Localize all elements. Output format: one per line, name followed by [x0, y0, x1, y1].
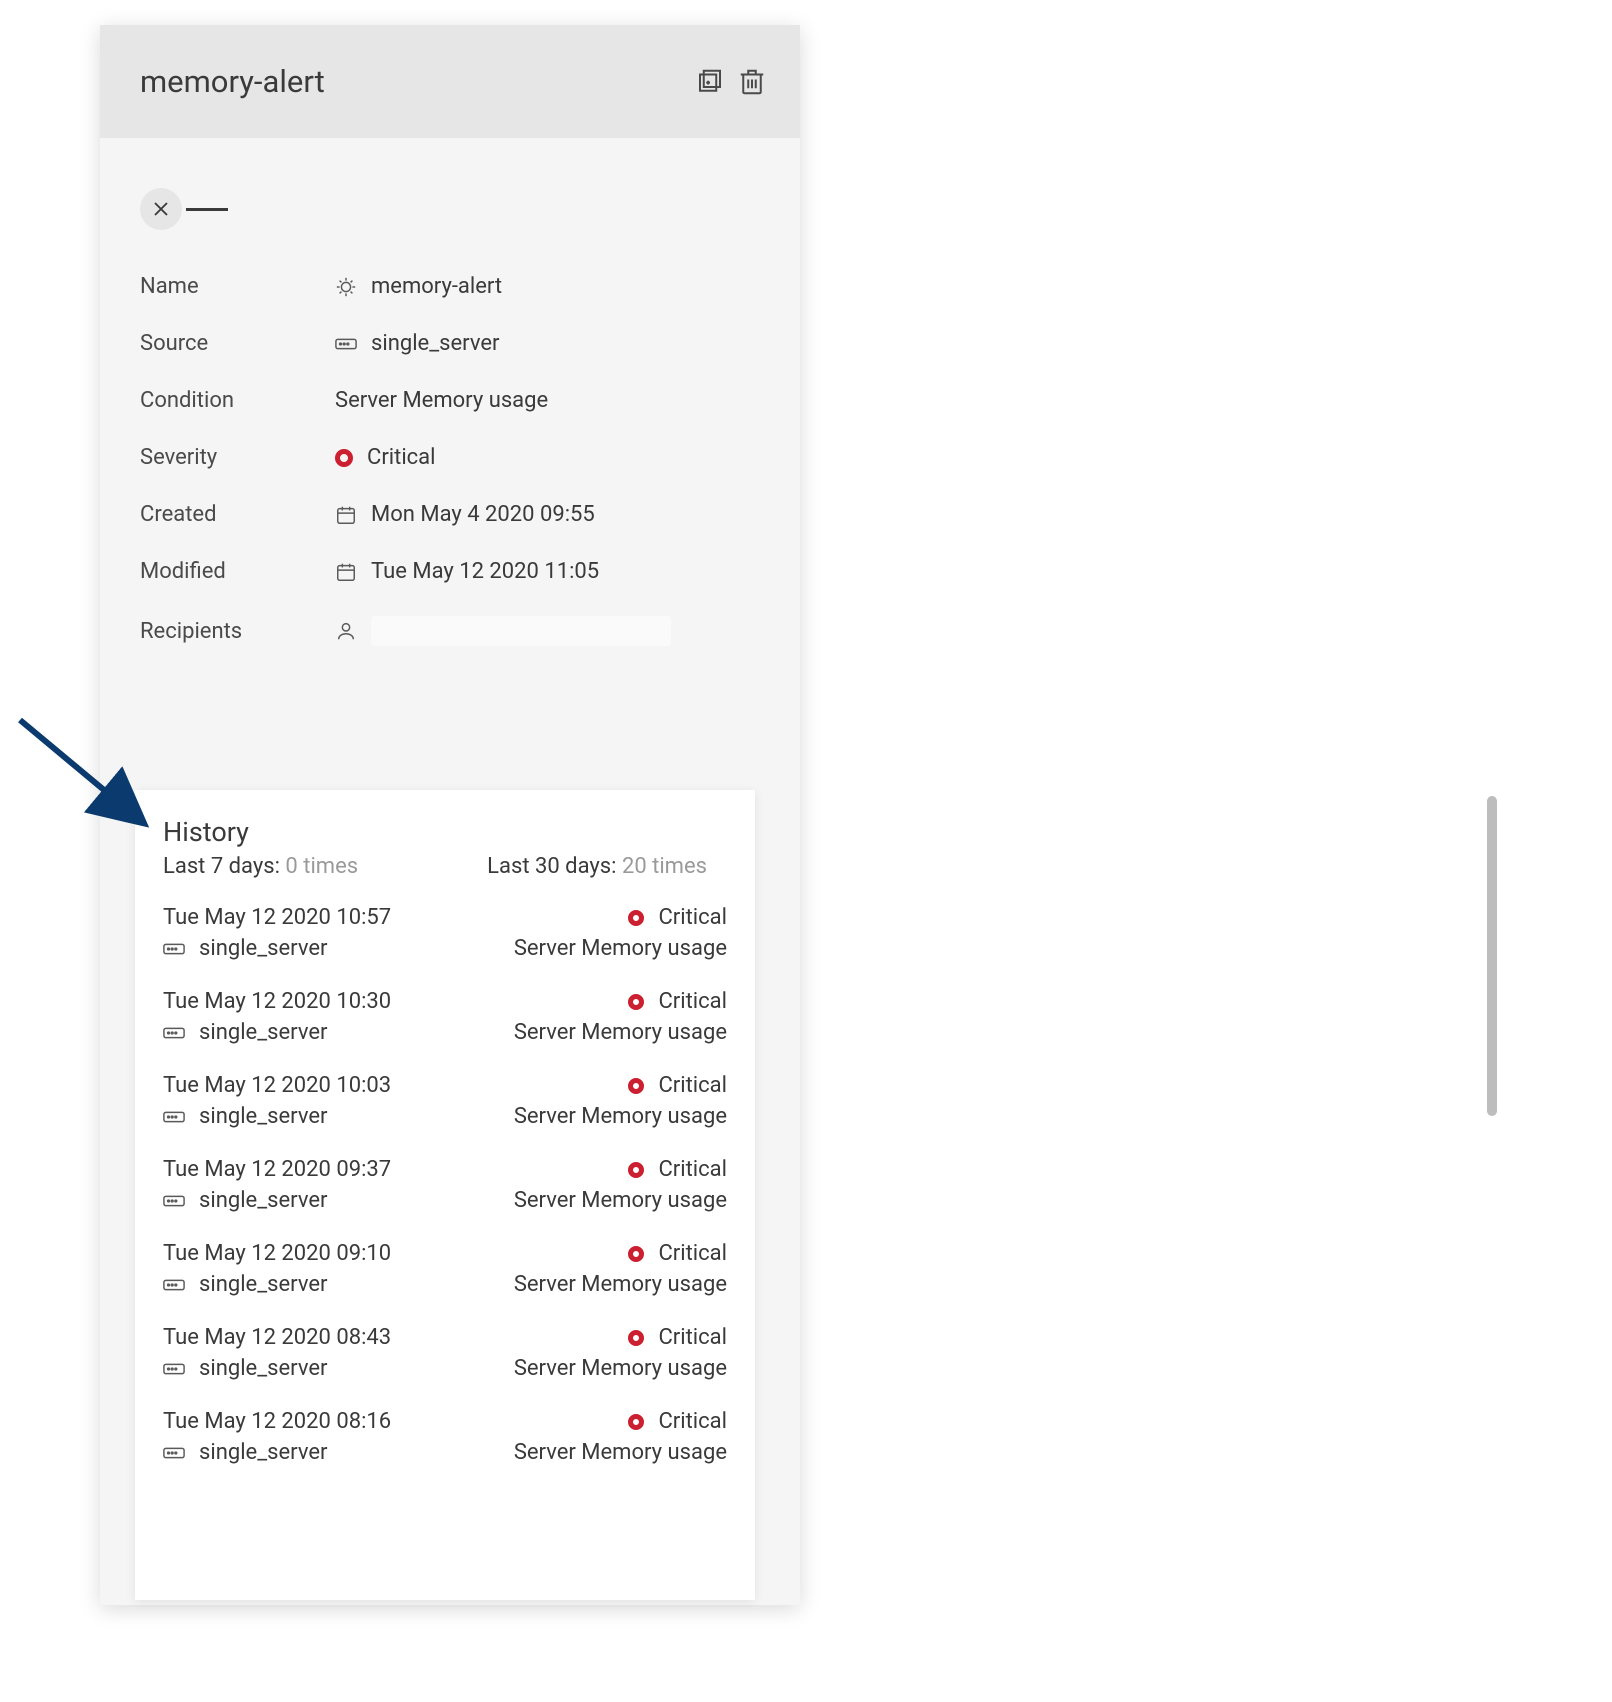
header-actions — [692, 64, 770, 100]
last30-stat: Last 30 days: 20 times — [487, 854, 707, 879]
detail-name: Name memory-alert — [140, 258, 760, 315]
condition-label: Condition — [140, 388, 335, 413]
severity-icon — [335, 449, 353, 467]
history-time: Tue May 12 2020 08:16 — [163, 1409, 391, 1434]
detail-recipients: Recipients — [140, 600, 760, 662]
history-scrollbar[interactable] — [1487, 796, 1497, 1116]
history-title: History — [163, 816, 727, 848]
history-source: single_server — [199, 1272, 327, 1297]
history-severity: Critical — [658, 989, 727, 1014]
severity-icon — [628, 994, 644, 1010]
modified-value: Tue May 12 2020 11:05 — [371, 559, 599, 584]
history-source: single_server — [199, 1356, 327, 1381]
history-time: Tue May 12 2020 09:10 — [163, 1241, 391, 1266]
source-value: single_server — [371, 331, 499, 356]
close-icon — [152, 200, 170, 218]
history-entry[interactable]: Tue May 12 2020 10:30 Critical single_serv… — [163, 989, 727, 1045]
severity-icon — [628, 1330, 644, 1346]
close-button[interactable] — [140, 188, 182, 230]
history-list[interactable]: Tue May 12 2020 10:57 Critical single_serv… — [163, 905, 727, 1465]
detail-severity: Severity Critical — [140, 429, 760, 486]
copy-button[interactable] — [692, 64, 728, 100]
history-time: Tue May 12 2020 09:37 — [163, 1157, 391, 1182]
history-condition: Server Memory usage — [514, 1356, 727, 1381]
history-time: Tue May 12 2020 10:03 — [163, 1073, 391, 1098]
history-condition: Server Memory usage — [514, 1104, 727, 1129]
server-icon — [163, 1022, 185, 1044]
server-icon — [163, 1106, 185, 1128]
history-source: single_server — [199, 936, 327, 961]
history-time: Tue May 12 2020 10:30 — [163, 989, 391, 1014]
history-entry[interactable]: Tue May 12 2020 10:03 Critical single_serv… — [163, 1073, 727, 1129]
history-entry[interactable]: Tue May 12 2020 08:16 Critical single_serv… — [163, 1409, 727, 1465]
history-condition: Server Memory usage — [514, 1440, 727, 1465]
server-icon — [163, 1190, 185, 1212]
detail-created: Created Mon May 4 2020 09:55 — [140, 486, 760, 543]
source-label: Source — [140, 331, 335, 356]
severity-value: Critical — [367, 445, 436, 470]
delete-button[interactable] — [734, 64, 770, 100]
history-severity: Critical — [658, 1241, 727, 1266]
history-severity: Critical — [658, 905, 727, 930]
history-condition: Server Memory usage — [514, 1272, 727, 1297]
last30-value: 20 times — [622, 854, 707, 879]
close-line — [186, 208, 228, 211]
modified-label: Modified — [140, 559, 335, 584]
history-severity: Critical — [658, 1325, 727, 1350]
last7-value: 0 times — [285, 854, 358, 879]
severity-icon — [628, 910, 644, 926]
history-entry[interactable]: Tue May 12 2020 09:10 Critical single_serv… — [163, 1241, 727, 1297]
history-severity: Critical — [658, 1409, 727, 1434]
created-value: Mon May 4 2020 09:55 — [371, 502, 595, 527]
panel-title: memory-alert — [140, 63, 325, 100]
history-entry[interactable]: Tue May 12 2020 09:37 Critical single_serv… — [163, 1157, 727, 1213]
history-condition: Server Memory usage — [514, 1020, 727, 1045]
history-entry[interactable]: Tue May 12 2020 10:57 Critical single_serv… — [163, 905, 727, 961]
history-source: single_server — [199, 1104, 327, 1129]
close-row — [100, 138, 800, 230]
recipients-label: Recipients — [140, 619, 335, 644]
name-label: Name — [140, 274, 335, 299]
created-label: Created — [140, 502, 335, 527]
history-stats: Last 7 days: 0 times Last 30 days: 20 ti… — [163, 854, 727, 879]
last7-label: Last 7 days: — [163, 854, 280, 879]
history-severity: Critical — [658, 1157, 727, 1182]
last7-stat: Last 7 days: 0 times — [163, 854, 358, 879]
server-icon — [335, 333, 357, 355]
user-icon — [335, 620, 357, 642]
copy-icon — [695, 67, 725, 97]
detail-source: Source single_server — [140, 315, 760, 372]
severity-icon — [628, 1414, 644, 1430]
severity-label: Severity — [140, 445, 335, 470]
panel-header: memory-alert — [100, 25, 800, 138]
history-source: single_server — [199, 1020, 327, 1045]
alert-details: Name memory-alert Source — [100, 230, 800, 682]
severity-icon — [628, 1246, 644, 1262]
history-card: History Last 7 days: 0 times Last 30 day… — [135, 790, 755, 1600]
history-severity: Critical — [658, 1073, 727, 1098]
history-time: Tue May 12 2020 08:43 — [163, 1325, 391, 1350]
recipients-value — [371, 616, 671, 646]
name-value: memory-alert — [371, 274, 502, 299]
history-source: single_server — [199, 1440, 327, 1465]
detail-condition: Condition Server Memory usage — [140, 372, 760, 429]
server-icon — [163, 938, 185, 960]
server-icon — [163, 1358, 185, 1380]
detail-modified: Modified Tue May 12 2020 11:05 — [140, 543, 760, 600]
severity-icon — [628, 1162, 644, 1178]
trash-icon — [737, 67, 767, 97]
server-icon — [163, 1274, 185, 1296]
last30-label: Last 30 days: — [487, 854, 616, 879]
history-entry[interactable]: Tue May 12 2020 08:43 Critical single_serv… — [163, 1325, 727, 1381]
calendar-icon — [335, 504, 357, 526]
alert-icon — [335, 276, 357, 298]
history-time: Tue May 12 2020 10:57 — [163, 905, 391, 930]
severity-icon — [628, 1078, 644, 1094]
history-condition: Server Memory usage — [514, 936, 727, 961]
calendar-icon — [335, 561, 357, 583]
server-icon — [163, 1442, 185, 1464]
history-condition: Server Memory usage — [514, 1188, 727, 1213]
condition-value: Server Memory usage — [335, 388, 548, 413]
history-source: single_server — [199, 1188, 327, 1213]
